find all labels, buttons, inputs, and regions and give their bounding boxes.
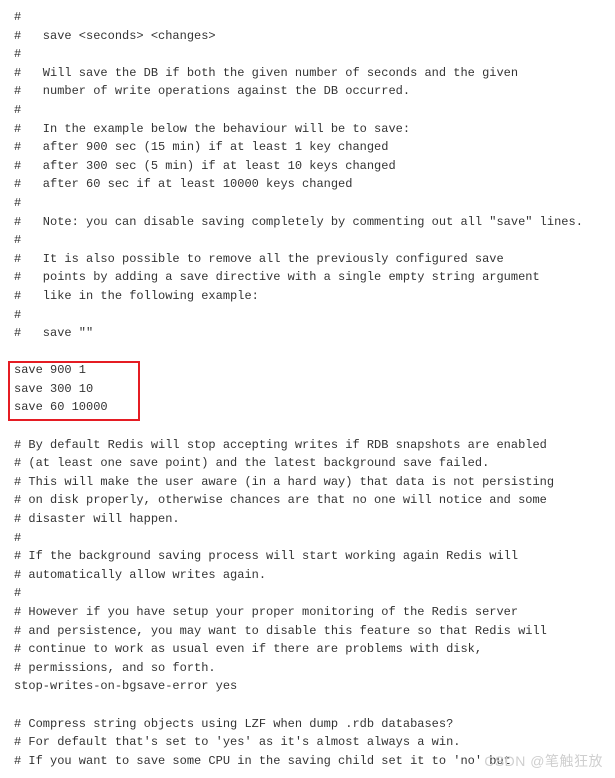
config-line: # (14, 45, 601, 64)
config-line: # However if you have setup your proper … (14, 603, 601, 622)
config-line: # (14, 529, 601, 548)
config-line: # and persistence, you may want to disab… (14, 622, 601, 641)
config-line: # after 60 sec if at least 10000 keys ch… (14, 175, 601, 194)
config-line (14, 417, 601, 436)
config-line: # (14, 194, 601, 213)
config-line: # on disk properly, otherwise chances ar… (14, 491, 601, 510)
config-block-intro: ## save <seconds> <changes>## Will save … (14, 8, 601, 361)
config-line: # For default that's set to 'yes' as it'… (14, 733, 601, 752)
config-line: # (14, 231, 601, 250)
config-line: # If the background saving process will … (14, 547, 601, 566)
config-line: # disaster will happen. (14, 510, 601, 529)
highlighted-save-directives: save 900 1save 300 10save 60 10000 (14, 361, 108, 417)
config-line: # after 900 sec (15 min) if at least 1 k… (14, 138, 601, 157)
config-line: # number of write operations against the… (14, 82, 601, 101)
config-line: # It is also possible to remove all the … (14, 250, 601, 269)
config-line: # after 300 sec (5 min) if at least 10 k… (14, 157, 601, 176)
config-line: # If you want to save some CPU in the sa… (14, 752, 601, 771)
save-directive-line: save 900 1 (14, 361, 108, 380)
save-directive-line: save 300 10 (14, 380, 108, 399)
config-line: # (14, 101, 601, 120)
save-directive-line: save 60 10000 (14, 398, 108, 417)
config-line: # This will make the user aware (in a ha… (14, 473, 601, 492)
config-line: # points by adding a save directive with… (14, 268, 601, 287)
config-line (14, 343, 601, 362)
config-line: # Compress string objects using LZF when… (14, 715, 601, 734)
config-line: stop-writes-on-bgsave-error yes (14, 677, 601, 696)
config-line: # continue to work as usual even if ther… (14, 640, 601, 659)
config-line: # (14, 306, 601, 325)
config-line: # (14, 584, 601, 603)
config-line: # By default Redis will stop accepting w… (14, 436, 601, 455)
config-line: # save "" (14, 324, 601, 343)
config-line: # automatically allow writes again. (14, 566, 601, 585)
config-line (14, 696, 601, 715)
config-line: # Note: you can disable saving completel… (14, 213, 601, 232)
config-line: # permissions, and so forth. (14, 659, 601, 678)
config-line: # Will save the DB if both the given num… (14, 64, 601, 83)
config-line: # save <seconds> <changes> (14, 27, 601, 46)
config-line: # (14, 8, 601, 27)
config-line: # like in the following example: (14, 287, 601, 306)
config-line: # In the example below the behaviour wil… (14, 120, 601, 139)
config-line: # (at least one save point) and the late… (14, 454, 601, 473)
config-block-rest: # By default Redis will stop accepting w… (14, 417, 601, 770)
